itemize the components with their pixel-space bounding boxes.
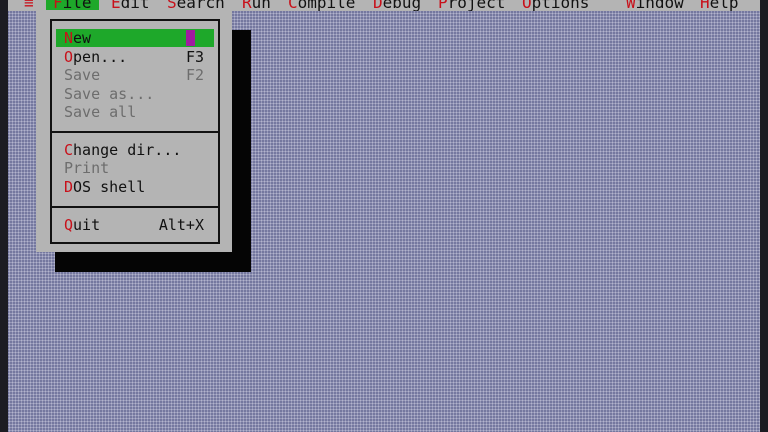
menu-item-label: Print <box>64 159 110 177</box>
menu-label: elp <box>709 0 739 11</box>
menu-item-label: Save <box>64 66 101 84</box>
file-menu-dropdown: New Open... F3 Save F2 Save as... Save a… <box>36 10 232 252</box>
menu-hotkey: R <box>242 0 252 11</box>
menu-compile[interactable]: Compile <box>281 0 362 11</box>
menu-label: ptions <box>531 0 590 11</box>
menu-options[interactable]: Options <box>515 0 596 11</box>
menu-item-save-as[interactable]: Save as... <box>56 85 214 103</box>
menu-item-save[interactable]: Save F2 <box>56 66 214 84</box>
menu-label: ompile <box>297 0 356 11</box>
menu-item-new[interactable]: New <box>56 29 214 47</box>
menu-hotkey: W <box>626 0 636 11</box>
menu-item-dos-shell[interactable]: DOS shell <box>56 178 214 196</box>
menu-label: roject <box>447 0 506 11</box>
menu-hotkey: O <box>522 0 532 11</box>
menu-item-label: ew <box>73 29 92 47</box>
menu-item-quit[interactable]: Quit Alt+X <box>56 216 214 234</box>
menu-item-open[interactable]: Open... F3 <box>56 48 214 66</box>
desktop-area: ≡ File Edit Search Run Compile Debug Pro… <box>8 0 760 432</box>
menu-item-label: uit <box>73 216 101 234</box>
menu-hotkey: C <box>64 141 74 159</box>
menu-hotkey: O <box>64 48 74 66</box>
menu-item-save-all[interactable]: Save all <box>56 103 214 121</box>
menu-item-label: hange dir... <box>73 141 182 159</box>
text-cursor <box>186 30 195 46</box>
menu-item-shortcut: F3 <box>185 48 204 66</box>
menu-run[interactable]: Run <box>235 0 278 11</box>
menu-window[interactable]: Window <box>619 0 691 11</box>
menu-hotkey: D <box>373 0 383 11</box>
menu-label: ebug <box>382 0 422 11</box>
menu-item-change-dir[interactable]: Change dir... <box>56 141 214 159</box>
menu-label: un <box>251 0 271 11</box>
menu-item-shortcut: Alt+X <box>158 216 204 234</box>
menu-separator <box>50 206 220 208</box>
menu-item-label: Save as... <box>64 85 155 103</box>
menu-hotkey: C <box>288 0 298 11</box>
menu-hotkey: P <box>438 0 448 11</box>
menu-item-label: OS shell <box>73 178 146 196</box>
menu-project[interactable]: Project <box>431 0 512 11</box>
menu-hotkey: Q <box>64 216 74 234</box>
menu-item-shortcut: F2 <box>185 66 204 84</box>
menu-debug[interactable]: Debug <box>366 0 428 11</box>
menu-hotkey: N <box>64 29 74 47</box>
menu-item-label: Save all <box>64 103 137 121</box>
menu-hotkey: H <box>700 0 710 11</box>
menu-item-print[interactable]: Print <box>56 159 214 177</box>
menu-help[interactable]: Help <box>693 0 746 11</box>
menu-label: indow <box>635 0 684 11</box>
menu-separator <box>50 131 220 133</box>
menu-hotkey: D <box>64 178 74 196</box>
menu-item-label: pen... <box>73 48 128 66</box>
